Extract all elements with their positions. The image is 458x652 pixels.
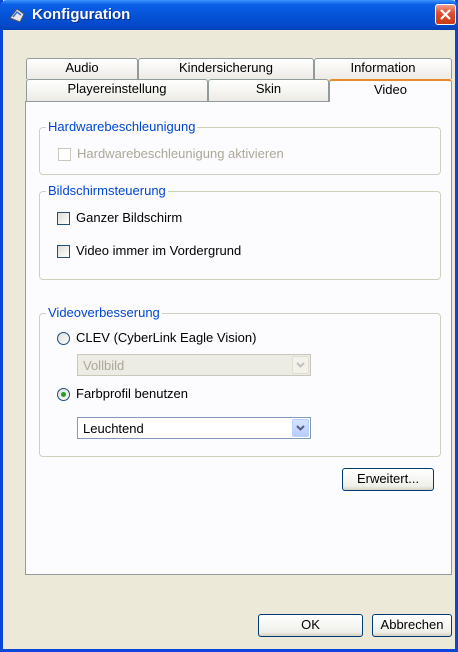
tab-skin[interactable]: Skin [208, 79, 329, 101]
tab-label: Information [350, 60, 416, 75]
color-profile-label: Farbprofil benutzen [76, 386, 189, 401]
chevron-down-icon [296, 362, 305, 368]
dropdown-arrow[interactable] [292, 419, 309, 437]
fullscreen-checkbox[interactable] [57, 212, 70, 225]
tab-label: Skin [255, 81, 282, 96]
tab-label: Audio [65, 60, 99, 75]
clev-radio[interactable] [57, 332, 70, 345]
hardware-acceleration-label: Hardwarebeschleunigung aktivieren [77, 146, 284, 161]
app-icon [8, 6, 26, 24]
window-title: Konfiguration [32, 6, 131, 23]
tab-information[interactable]: Information [314, 58, 452, 79]
close-icon [440, 9, 451, 20]
color-profile-radio[interactable] [57, 388, 70, 401]
close-button[interactable] [435, 4, 456, 25]
screen-control-group: Bildschirmsteuerung Ganzer Bildschirm Vi… [39, 183, 441, 280]
clev-mode-select[interactable]: Vollbild [77, 354, 311, 376]
ok-button[interactable]: OK [258, 614, 363, 637]
tab-label: Video [373, 82, 407, 97]
tab-playereinstellung[interactable]: Playereinstellung [26, 79, 208, 101]
group-title: Hardwarebeschleunigung [46, 119, 198, 135]
clev-label: CLEV (CyberLink Eagle Vision) [76, 330, 257, 345]
tab-kindersicherung[interactable]: Kindersicherung [138, 58, 314, 79]
hardware-acceleration-checkbox[interactable] [58, 148, 71, 161]
tab-video[interactable]: Video [329, 79, 452, 102]
advanced-button[interactable]: Erweitert... [342, 468, 434, 491]
tab-label: Playereinstellung [67, 81, 167, 96]
radio-selected-dot [61, 392, 66, 397]
hardware-acceleration-group: Hardwarebeschleunigung Hardwarebeschleun… [39, 119, 441, 175]
color-profile-select[interactable]: Leuchtend [77, 417, 311, 439]
tab-label: Kindersicherung [179, 60, 273, 75]
group-title: Videoverbesserung [46, 305, 162, 321]
clev-mode-value: Vollbild [83, 358, 125, 373]
chevron-down-icon [296, 425, 305, 431]
always-on-top-checkbox[interactable] [57, 245, 70, 258]
dropdown-arrow[interactable] [292, 356, 309, 374]
video-tab-panel: Hardwarebeschleunigung Hardwarebeschleun… [25, 101, 452, 575]
fullscreen-label: Ganzer Bildschirm [76, 210, 183, 225]
group-title: Bildschirmsteuerung [46, 183, 168, 199]
tab-audio[interactable]: Audio [26, 58, 138, 79]
color-profile-value: Leuchtend [83, 421, 144, 436]
video-enhancement-group: Videoverbesserung CLEV (CyberLink Eagle … [39, 305, 441, 457]
cancel-button[interactable]: Abbrechen [372, 614, 452, 637]
always-on-top-label: Video immer im Vordergrund [76, 243, 242, 258]
title-bar[interactable]: Konfiguration [0, 0, 458, 30]
